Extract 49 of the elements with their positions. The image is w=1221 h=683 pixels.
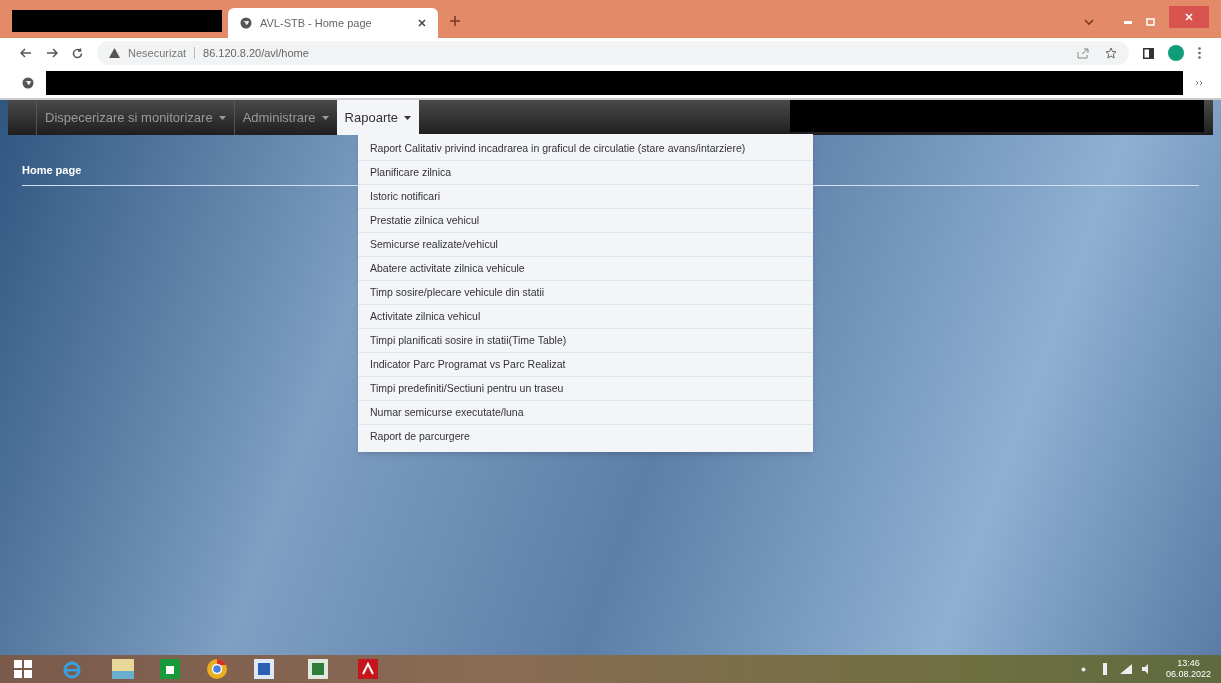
clock-time[interactable]: 13:46 — [1177, 658, 1200, 669]
clock-date[interactable]: 06.08.2022 — [1165, 669, 1211, 680]
tray-caret-icon[interactable] — [1080, 666, 1086, 672]
dropdown-menu-item[interactable]: Istoric notificari — [358, 185, 813, 209]
signal-icon[interactable] — [1119, 664, 1132, 674]
star-icon[interactable] — [1105, 47, 1117, 59]
dropdown-menu-item[interactable]: Planificare zilnica — [358, 161, 813, 185]
side-panel-icon[interactable] — [1143, 47, 1154, 59]
close-icon — [1185, 13, 1193, 21]
avatar-icon[interactable] — [1168, 45, 1184, 61]
warning-icon — [109, 48, 120, 58]
dropdown-menu-item[interactable]: Timp sosire/plecare vehicule din statii — [358, 281, 813, 305]
tab-title: AVL-STB - Home page — [260, 15, 373, 31]
chevron-right-icon[interactable] — [1195, 80, 1203, 86]
back-arrow-icon[interactable] — [20, 48, 32, 58]
page-title: Home page — [22, 164, 82, 176]
caret-icon — [321, 115, 329, 120]
pdf-reader-icon[interactable] — [358, 659, 378, 679]
store-icon[interactable] — [160, 659, 180, 679]
caret-icon — [218, 115, 226, 120]
spreadsheet-icon[interactable] — [308, 659, 328, 679]
dropdown-menu-item[interactable]: Timpi planificati sosire in statii(Time Table) — [358, 329, 813, 353]
dropdown-menu-item[interactable]: Prestatie zilnica vehicul — [358, 209, 813, 233]
more-icon[interactable] — [1198, 47, 1201, 59]
word-document-icon[interactable] — [254, 659, 274, 679]
browser-tab[interactable]: AVL-STB - Home page — [228, 8, 438, 38]
caret-icon — [404, 115, 412, 120]
close-icon[interactable] — [418, 19, 426, 27]
dropdown-menu-item[interactable]: Abatere activitate zilnica vehicule — [358, 257, 813, 281]
address-field[interactable]: Nesecurizat 86.120.8.20/avl/home — [97, 41, 1129, 65]
dropdown-menu-item[interactable]: Indicator Parc Programat vs Parc Realizat — [358, 353, 813, 377]
dropdown-menu-item[interactable]: Semicurse realizate/vehicul — [358, 233, 813, 257]
security-label: Nesecurizat — [128, 45, 187, 61]
nav-menu-item[interactable]: Dispecerizare si monitorizare — [36, 100, 234, 135]
dropdown-menu-item[interactable]: Raport Calitativ privind incadrarea in graficul de circulatie (stare avans/intarziere) — [358, 137, 813, 161]
chrome-icon[interactable] — [206, 658, 228, 680]
forward-arrow-icon[interactable] — [46, 48, 58, 58]
dropdown-menu-item[interactable]: Raport de parcurgere — [358, 425, 813, 449]
windows-logo-icon[interactable] — [14, 660, 32, 678]
nav-menu-item[interactable]: Rapoarte — [336, 100, 420, 135]
new-tab-icon[interactable] — [450, 16, 460, 26]
chevron-down-icon[interactable] — [1084, 19, 1094, 26]
nav-menu-item[interactable]: Administrare — [233, 100, 337, 135]
url-text: 86.120.8.20/avl/home — [203, 45, 309, 61]
dropdown-menu-item[interactable]: Numar semicurse executate/luna — [358, 401, 813, 425]
dropdown-menu-item[interactable]: Timpi predefiniti/Sectiuni pentru un traseu — [358, 377, 813, 401]
reload-icon[interactable] — [72, 47, 83, 59]
maximize-icon[interactable] — [1146, 18, 1155, 26]
dropdown-menu-item[interactable]: Activitate zilnica vehicul — [358, 305, 813, 329]
